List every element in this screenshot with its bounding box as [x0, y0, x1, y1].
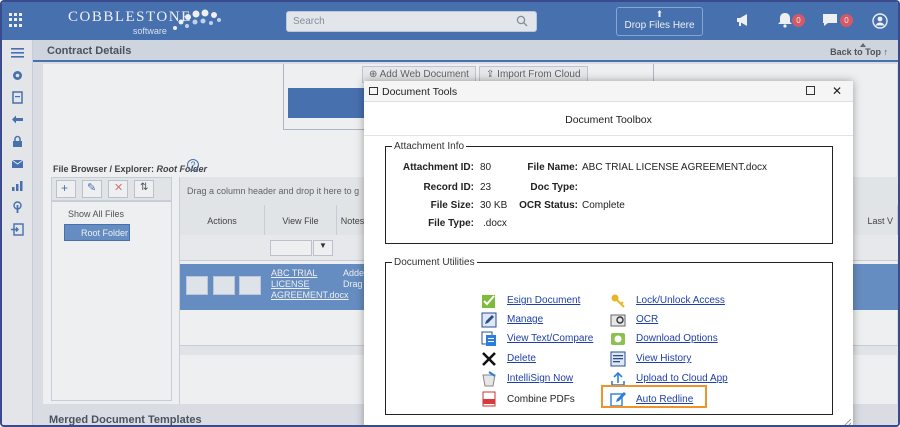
auto-redline-highlight [601, 385, 707, 408]
page-scrollbar[interactable] [859, 40, 867, 360]
view-history-link[interactable]: View History [636, 353, 691, 364]
ocr-link[interactable]: OCR [636, 314, 658, 325]
view-text-compare-link[interactable]: View Text/Compare [507, 333, 593, 344]
app-frame: COBBLESTONE software Search ⬆ Drop Files… [0, 0, 900, 427]
pdf-icon [482, 391, 496, 407]
manage-pencil-icon [481, 312, 497, 328]
view-history-icon [610, 351, 626, 367]
doc-type-label: Doc Type: [530, 182, 578, 193]
delete-link[interactable]: Delete [507, 353, 536, 364]
lock-unlock-access-link[interactable]: Lock/Unlock Access [636, 295, 725, 306]
attachment-id-value: 80 [480, 162, 492, 173]
maximize-button[interactable] [806, 86, 815, 95]
esign-checkmark-icon [482, 295, 495, 308]
dialog-title: Document Tools [382, 86, 458, 98]
dialog-body: Document Toolbox Attachment Info Attachm… [364, 102, 853, 427]
ocr-status-label: OCR Status: [519, 200, 578, 211]
key-lock-icon [611, 294, 625, 308]
toolbox-title: Document Toolbox [565, 114, 652, 126]
file-size-label: File Size: [430, 200, 474, 211]
view-text-compare-icon [481, 331, 496, 346]
esign-document-link[interactable]: Esign Document [507, 295, 580, 306]
combine-pdfs-label[interactable]: Combine PDFs [507, 394, 575, 405]
attachment-id-label: Attachment ID: [402, 162, 474, 173]
divider [364, 135, 853, 136]
close-button[interactable]: ✕ [832, 84, 842, 98]
scroll-up-icon[interactable] [859, 41, 867, 49]
attachment-info-legend: Attachment Info [394, 141, 465, 152]
delete-x-icon [482, 352, 496, 366]
intellisign-icon [482, 371, 496, 387]
document-utilities-legend: Document Utilities [394, 257, 475, 268]
download-options-link[interactable]: Download Options [636, 333, 718, 344]
record-id-label: Record ID: [423, 182, 474, 193]
intellisign-now-link[interactable]: IntelliSign Now [507, 373, 573, 384]
window-icon [369, 87, 378, 95]
ocr-status-value: Complete [582, 200, 625, 211]
download-options-icon [611, 333, 625, 345]
resize-handle-icon[interactable] [843, 419, 851, 427]
manage-link[interactable]: Manage [507, 314, 543, 325]
upload-to-cloud-app-link[interactable]: Upload to Cloud App [636, 373, 728, 384]
file-name-value: ABC TRIAL LICENSE AGREEMENT.docx [582, 162, 768, 173]
record-id-value: 23 [480, 182, 492, 193]
file-name-label: File Name: [527, 162, 578, 173]
ocr-scanner-icon [610, 314, 626, 327]
file-type-value: .docx [483, 218, 507, 229]
document-tools-dialog: Document Tools ✕ Document Toolbox Attach… [364, 81, 853, 427]
file-type-label: File Type: [428, 218, 474, 229]
dialog-titlebar: Document Tools ✕ [364, 81, 853, 102]
